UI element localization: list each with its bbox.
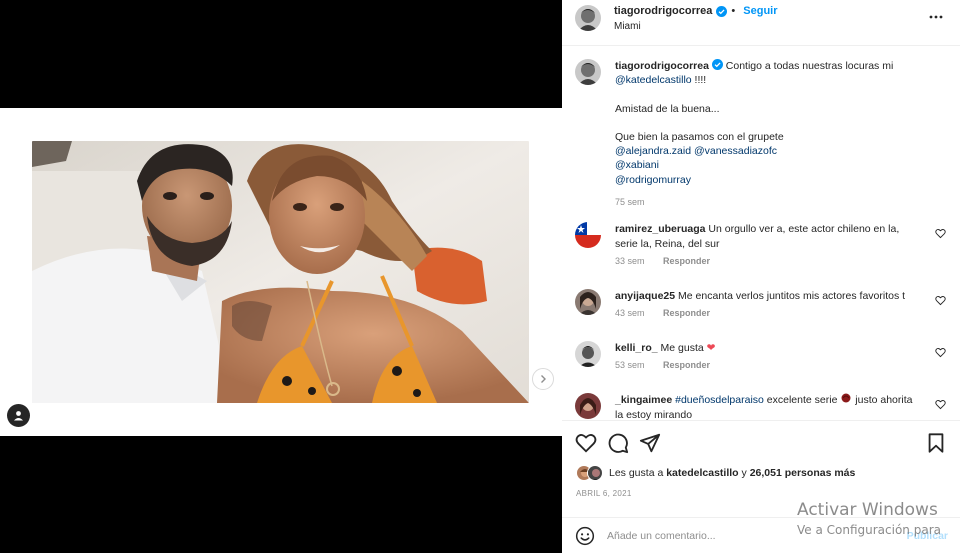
follow-button[interactable]: Seguir: [743, 5, 777, 17]
comment-username[interactable]: _kingaimee: [615, 394, 672, 406]
reply-button[interactable]: Responder: [663, 308, 710, 318]
add-comment-bar: Publicar: [562, 517, 960, 553]
separator-dot: •: [731, 5, 736, 17]
publish-comment-button[interactable]: Publicar: [907, 530, 948, 542]
comment-content: justo ahorita: [855, 394, 913, 406]
action-icons-row: [575, 432, 947, 454]
comment-text: anyijaque25 Me encanta verlos juntitos m…: [615, 289, 920, 304]
mention-link[interactable]: @vanessadiazofc: [694, 145, 777, 157]
caption-line: Que bien la pasamos con el grupete: [615, 131, 784, 144]
comment-avatar-image: [575, 341, 601, 367]
comment-time[interactable]: 43 sem: [615, 308, 645, 318]
comment-avatar-image: [575, 289, 601, 315]
next-photo-button[interactable]: [532, 368, 554, 390]
mention-link[interactable]: @katedelcastillo: [615, 74, 692, 86]
caption-text: tiagorodrigocorrea Contigo a todas nuest…: [615, 59, 945, 209]
post-side-panel: tiagorodrigocorrea • Seguir Miami tiagor…: [562, 0, 960, 553]
comment-avatar-image: [575, 393, 601, 419]
comment-meta: 33 sem Responder: [615, 256, 950, 266]
share-paper-plane-icon[interactable]: [639, 432, 661, 454]
reply-button[interactable]: Responder: [663, 360, 710, 370]
comment-content: Me encanta verlos juntitos mis actores f…: [678, 290, 906, 302]
mention-link[interactable]: @xabiani: [615, 159, 659, 171]
liker-avatar-image: [588, 466, 602, 480]
tagged-users-button[interactable]: [7, 404, 30, 427]
caption-time[interactable]: 75 sem: [615, 197, 645, 207]
comment-text: _kingaimee #dueñosdelparaiso excelente s…: [615, 393, 920, 420]
liker-avatar[interactable]: [587, 465, 603, 481]
more-options-button[interactable]: [929, 10, 943, 20]
post-header: tiagorodrigocorrea • Seguir Miami: [562, 0, 960, 46]
comment-text: ramirez_uberuaga Un orgullo ver a, este …: [615, 222, 920, 252]
photo-frame: [0, 108, 562, 436]
header-username-row: tiagorodrigocorrea • Seguir: [614, 5, 778, 17]
like-comment-heart-icon[interactable]: [935, 347, 946, 358]
post-actions: Les gusta a katedelcastillo y 26,051 per…: [562, 420, 960, 553]
comment-item: kelli_ro_ Me gusta ❤ 53 sem Responder: [575, 341, 950, 370]
author-avatar-image: [575, 5, 601, 31]
comment-avatar[interactable]: [575, 222, 601, 248]
comment-username[interactable]: anyijaque25: [615, 290, 675, 302]
comment-text: kelli_ro_ Me gusta ❤: [615, 341, 920, 356]
caption-text-end: !!!!: [691, 74, 707, 87]
mention-link[interactable]: @rodrigomurray: [615, 174, 691, 186]
comment-meta: 53 sem Responder: [615, 360, 950, 370]
comments-section[interactable]: tiagorodrigocorrea Contigo a todas nuest…: [562, 47, 960, 420]
verified-badge-icon: [716, 5, 728, 17]
caption-text-start: Contigo a todas nuestras locuras mi: [725, 60, 894, 72]
caption-line: Amistad de la buena...: [615, 102, 720, 115]
comment-item: anyijaque25 Me encanta verlos juntitos m…: [575, 289, 950, 318]
likes-prefix: Les gusta a: [609, 467, 667, 479]
verified-badge-icon: [711, 59, 723, 70]
comment-input[interactable]: [607, 524, 897, 548]
comment-username[interactable]: kelli_ro_: [615, 342, 658, 354]
likes-text: Les gusta a katedelcastillo y 26,051 per…: [609, 467, 855, 479]
selfie-image: [32, 141, 529, 403]
post-location[interactable]: Miami: [614, 21, 641, 32]
comment-content: la estoy mirando: [615, 409, 693, 420]
comment-avatar[interactable]: [575, 289, 601, 315]
comment-avatar[interactable]: [575, 341, 601, 367]
post-caption: tiagorodrigocorrea Contigo a todas nuest…: [575, 59, 945, 209]
like-heart-icon[interactable]: [575, 432, 597, 454]
post-photo[interactable]: [32, 141, 529, 403]
caption-avatar-image: [575, 59, 601, 85]
hashtag-link[interactable]: #dueñosdelparaiso: [675, 394, 764, 406]
caption-username[interactable]: tiagorodrigocorrea: [615, 60, 709, 72]
emoji-smiley-icon[interactable]: [575, 526, 595, 546]
comment-time[interactable]: 33 sem: [615, 256, 645, 266]
likes-summary: Les gusta a katedelcastillo y 26,051 per…: [576, 465, 855, 481]
caption-meta: 75 sem: [615, 195, 945, 209]
comment-item: _kingaimee #dueñosdelparaiso excelente s…: [575, 393, 950, 420]
more-horizontal-icon: [929, 15, 943, 19]
rose-emoji-icon: [841, 393, 851, 403]
reply-button[interactable]: Responder: [663, 256, 710, 266]
like-comment-heart-icon[interactable]: [935, 295, 946, 306]
red-heart-emoji: ❤: [706, 342, 716, 354]
comment-content: Me gusta: [660, 342, 707, 354]
comment-content: excelente serie: [763, 394, 838, 406]
comment-username[interactable]: ramirez_uberuaga: [615, 223, 705, 235]
user-icon: [14, 411, 23, 421]
comment-item: ramirez_uberuaga Un orgullo ver a, este …: [575, 222, 950, 266]
caption-avatar[interactable]: [575, 59, 601, 85]
comment-avatar[interactable]: [575, 393, 601, 419]
author-username[interactable]: tiagorodrigocorrea: [614, 5, 712, 17]
likes-middle: y: [738, 467, 750, 479]
chile-flag-avatar: [575, 222, 601, 248]
liker-username[interactable]: katedelcastillo: [666, 467, 738, 479]
like-comment-heart-icon[interactable]: [935, 228, 946, 239]
like-comment-heart-icon[interactable]: [935, 399, 946, 410]
chevron-right-icon: [541, 375, 546, 383]
post-date[interactable]: ABRIL 6, 2021: [576, 489, 632, 498]
likes-count[interactable]: 26,051 personas más: [750, 467, 856, 479]
mention-link[interactable]: @alejandra.zaid: [615, 145, 691, 157]
post-media-area: [0, 0, 562, 553]
comment-bubble-icon[interactable]: [607, 432, 629, 454]
comment-meta: 43 sem Responder: [615, 308, 950, 318]
comment-time[interactable]: 53 sem: [615, 360, 645, 370]
bookmark-icon[interactable]: [925, 432, 947, 454]
author-avatar[interactable]: [575, 5, 601, 31]
